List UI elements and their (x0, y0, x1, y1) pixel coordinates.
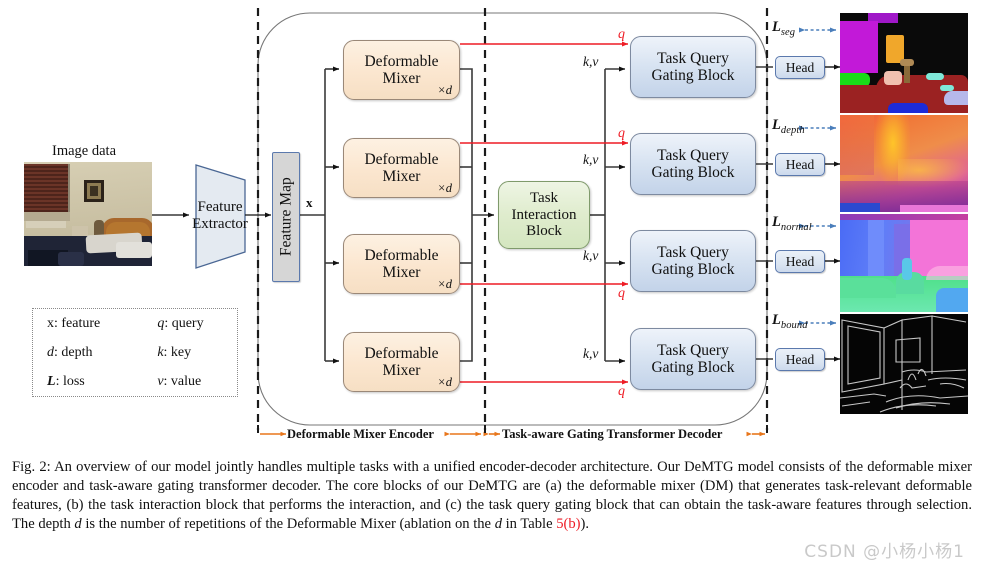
legend-text-x: : feature (54, 315, 101, 331)
head-block-3[interactable]: Head (775, 250, 825, 273)
loss-label-depth: Ldepth (772, 117, 805, 136)
caption-text-3: in Table (501, 515, 557, 532)
feature-map-label: Feature Map (277, 177, 295, 257)
loss-label-normal: Lnormal (772, 214, 812, 233)
decoder-span-label: Task-aware Gating Transformer Decoder (502, 427, 723, 441)
q-label-3: q (618, 286, 625, 301)
legend-cell-v: v: value (131, 367, 237, 396)
deformable-mixer-repeat-3: ×d (437, 277, 452, 291)
caption-italic-d2: d (494, 515, 502, 532)
task-interaction-block[interactable]: Task Interaction Block (498, 181, 590, 249)
legend-symbol-d: d (47, 344, 54, 360)
feature-x-label: x (306, 195, 313, 210)
head-label-3: Head (785, 253, 815, 269)
legend-cell-d: d: depth (33, 338, 131, 367)
q-label-4: q (618, 384, 625, 399)
kv-label-3: k,v (583, 248, 599, 263)
deformable-mixer-block-4[interactable]: Deformable Mixer ×d (343, 332, 460, 392)
deformable-mixer-repeat-2: ×d (437, 181, 452, 195)
input-image (24, 162, 152, 266)
legend-cell-loss: L: loss (33, 367, 131, 396)
figure-diagram: Image data Feature Extractor Feature Map … (0, 0, 983, 450)
feature-extractor-label: Feature Extractor (192, 199, 248, 232)
loss-subscript-normal: normal (780, 221, 812, 233)
head-label-1: Head (785, 59, 815, 75)
loss-label-seg: Lseg (772, 19, 795, 38)
deformable-mixer-block-2[interactable]: Deformable Mixer ×d (343, 138, 460, 198)
deformable-mixer-label-3: Deformable Mixer (364, 246, 439, 281)
deformable-mixer-label-2: Deformable Mixer (364, 150, 439, 185)
head-block-2[interactable]: Head (775, 153, 825, 176)
output-image-normal (840, 214, 968, 312)
deformable-mixer-label-1: Deformable Mixer (364, 52, 439, 87)
legend-cell-x: x: feature (33, 309, 131, 338)
legend-row: d: depth k: key (33, 338, 237, 367)
interaction-to-gating (590, 66, 626, 364)
featuremap-fanout (300, 66, 340, 364)
legend-cell-k: k: key (131, 338, 237, 367)
loss-symbol-seg: L (772, 19, 781, 35)
loss-label-bound: Lbound (772, 312, 808, 331)
legend-text-q: : query (164, 315, 204, 331)
output-image-segmentation (840, 13, 968, 113)
head-to-output (825, 64, 841, 362)
legend-text-loss: : loss (55, 373, 85, 389)
task-query-gating-label-3: Task Query Gating Block (651, 243, 735, 278)
caption-table-reference[interactable]: 5(b) (556, 516, 580, 532)
loss-symbol-normal: L (772, 214, 781, 230)
input-image-caption: Image data (52, 143, 117, 159)
head-block-4[interactable]: Head (775, 348, 825, 371)
feature-map-block[interactable]: Feature Map (272, 152, 300, 282)
mixer-to-interaction (460, 68, 495, 362)
caption-text-4: ). (580, 515, 590, 532)
task-query-gating-block-3[interactable]: Task Query Gating Block (630, 230, 756, 292)
caption-prefix: Fig. 2: (12, 459, 51, 475)
legend-text-d: : depth (54, 344, 93, 360)
output-image-depth (840, 115, 968, 212)
deformable-mixer-repeat-4: ×d (437, 375, 452, 389)
caption-text-2: is the number of repetitions of the Defo… (81, 515, 495, 532)
q-label-2: q (618, 126, 625, 141)
caption-italic-d1: d (74, 515, 82, 532)
head-label-2: Head (785, 156, 815, 172)
loss-subscript-depth: depth (780, 124, 805, 136)
task-query-gating-block-1[interactable]: Task Query Gating Block (630, 36, 756, 98)
figure-caption: Fig. 2: An overview of our model jointly… (12, 458, 972, 534)
loss-symbol-depth: L (772, 117, 781, 133)
deformable-mixer-block-3[interactable]: Deformable Mixer ×d (343, 234, 460, 294)
head-block-1[interactable]: Head (775, 56, 825, 79)
gating-to-head (756, 66, 773, 360)
encoder-span-label: Deformable Mixer Encoder (287, 427, 434, 441)
deformable-mixer-label-4: Deformable Mixer (364, 344, 439, 379)
legend-row: x: feature q: query (33, 309, 237, 338)
output-image-boundary (840, 314, 968, 414)
deformable-mixer-repeat-1: ×d (437, 83, 452, 97)
watermark: CSDN @小杨小杨1 (804, 542, 965, 562)
q-label-1: q (618, 27, 625, 42)
kv-label-4: k,v (583, 346, 599, 361)
task-query-gating-block-2[interactable]: Task Query Gating Block (630, 133, 756, 195)
symbol-legend: x: feature q: query d: depth k: key L: l… (32, 308, 238, 397)
legend-text-k: : key (163, 344, 192, 360)
legend-cell-q: q: query (131, 309, 237, 338)
head-label-4: Head (785, 351, 815, 367)
kv-label-1: k,v (583, 54, 599, 69)
loss-subscript-bound: bound (780, 319, 808, 331)
legend-row: L: loss v: value (33, 367, 237, 396)
task-query-gating-block-4[interactable]: Task Query Gating Block (630, 328, 756, 390)
task-query-gating-label-2: Task Query Gating Block (651, 146, 735, 181)
deformable-mixer-block-1[interactable]: Deformable Mixer ×d (343, 40, 460, 100)
task-interaction-label: Task Interaction Block (511, 189, 577, 240)
legend-symbol-x: x (47, 315, 54, 331)
loss-symbol-bound: L (772, 312, 781, 328)
boundary-edges (840, 314, 968, 414)
kv-label-2: k,v (583, 152, 599, 167)
task-query-gating-label-4: Task Query Gating Block (651, 341, 735, 376)
legend-text-v: : value (163, 373, 202, 389)
loss-subscript-seg: seg (780, 26, 796, 38)
legend-symbol-loss: L (47, 373, 56, 389)
task-query-gating-label-1: Task Query Gating Block (651, 49, 735, 84)
